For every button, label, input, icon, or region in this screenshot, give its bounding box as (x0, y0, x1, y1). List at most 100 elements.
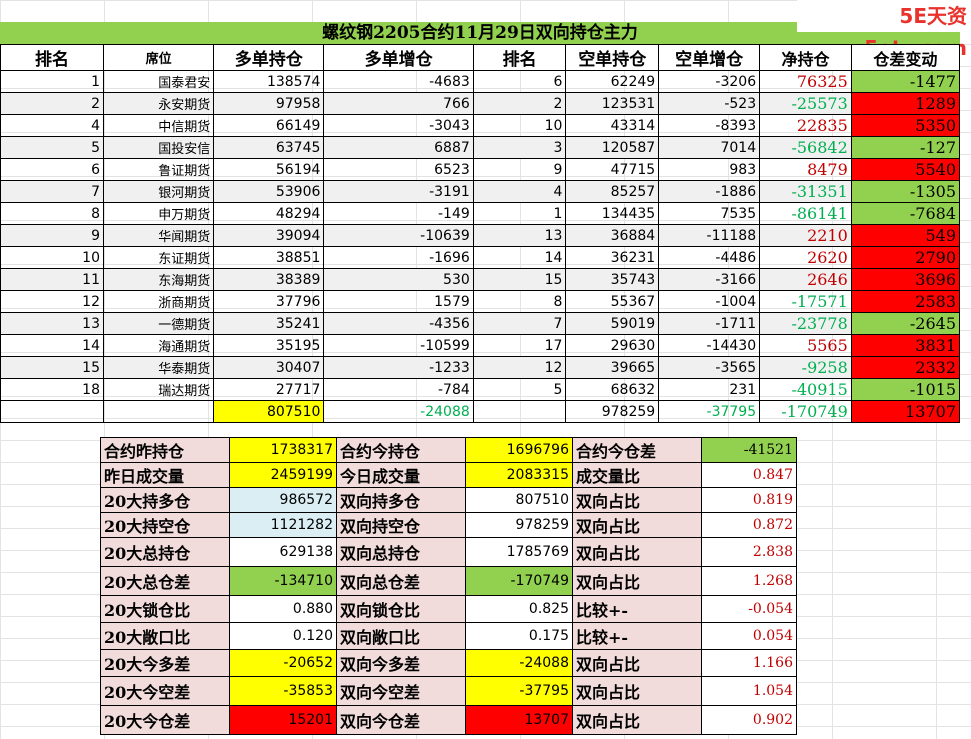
cell-seat[interactable]: 华闻期货 (102, 224, 215, 247)
cell-diff[interactable]: -127 (850, 136, 961, 159)
cell-diff[interactable]: 549 (850, 224, 961, 247)
cell-net[interactable]: 2646 (759, 268, 852, 291)
cell-seat[interactable]: 东海期货 (102, 268, 215, 291)
cell-net[interactable]: -56842 (759, 136, 852, 159)
summary-value-1[interactable]: 986572 (229, 487, 337, 513)
cell-long[interactable]: 35241 (213, 312, 325, 335)
cell-rank[interactable]: 4 (0, 114, 104, 137)
cell-rank[interactable]: 14 (0, 334, 104, 357)
cell-long-chg[interactable]: -784 (323, 378, 474, 401)
cell-seat[interactable]: 海通期货 (102, 334, 215, 357)
cell-rank[interactable]: 7 (0, 180, 104, 203)
cell-long[interactable]: 35195 (213, 334, 325, 357)
cell-long[interactable]: 138574 (213, 70, 325, 93)
cell-long-chg[interactable]: -149 (323, 202, 474, 225)
header-long-change[interactable]: 多单增仓 (323, 44, 474, 71)
summary-label-1[interactable]: 20大今多差 (100, 649, 230, 677)
cell-long[interactable]: 27717 (213, 378, 325, 401)
cell-long-chg[interactable]: -1696 (323, 246, 474, 269)
cell-net[interactable]: -40915 (759, 378, 852, 401)
cell-long-chg[interactable]: -10639 (323, 224, 474, 247)
summary-label-2[interactable]: 双向锁仓比 (336, 595, 466, 623)
summary-value-2[interactable]: -24088 (465, 649, 573, 677)
summary-row[interactable]: 20大总持仓 629138 双向总持仓 1785769 双向占比 2.838 (100, 537, 797, 567)
cell-long[interactable]: 53906 (213, 180, 325, 203)
summary-label-3[interactable]: 双向占比 (572, 487, 702, 513)
header-short-rank[interactable]: 排名 (472, 44, 567, 71)
summary-label-1[interactable]: 20大总持仓 (100, 537, 230, 567)
summary-label-2[interactable]: 双向今多差 (336, 649, 466, 677)
header-net[interactable]: 净持仓 (759, 44, 852, 71)
cell-seat[interactable]: 申万期货 (102, 202, 215, 225)
cell-short[interactable]: 29630 (565, 334, 660, 357)
summary-label-1[interactable]: 昨日成交量 (100, 462, 230, 488)
cell-srank[interactable]: 5 (472, 378, 567, 401)
summary-label-1[interactable]: 20大今仓差 (100, 705, 230, 735)
summary-value-2[interactable]: 978259 (465, 512, 573, 538)
cell-short-chg[interactable]: 231 (658, 378, 761, 401)
cell-short[interactable]: 35743 (565, 268, 660, 291)
cell-rank[interactable]: 18 (0, 378, 104, 401)
cell-srank[interactable]: 17 (472, 334, 567, 357)
summary-row[interactable]: 20大今仓差 15201 双向今仓差 13707 双向占比 0.902 (100, 705, 797, 735)
cell-rank[interactable]: 5 (0, 136, 104, 159)
header-rank[interactable]: 排名 (0, 44, 104, 71)
summary-value-2[interactable]: -37795 (465, 676, 573, 706)
header-long[interactable]: 多单持仓 (213, 44, 325, 71)
cell-short[interactable]: 36884 (565, 224, 660, 247)
cell-short[interactable]: 123531 (565, 92, 660, 115)
cell-long[interactable]: 97958 (213, 92, 325, 115)
cell-rank[interactable]: 11 (0, 268, 104, 291)
summary-label-3[interactable]: 双向占比 (572, 705, 702, 735)
cell-short[interactable]: 120587 (565, 136, 660, 159)
cell-diff[interactable]: 5350 (850, 114, 961, 137)
summary-value-1[interactable]: 2459199 (229, 462, 337, 488)
summary-value-3[interactable]: 1.166 (701, 649, 797, 677)
summary-label-2[interactable]: 双向持空仓 (336, 512, 466, 538)
summary-label-3[interactable]: 比较+- (572, 622, 702, 650)
total-empty-cell[interactable] (0, 400, 104, 423)
cell-short[interactable]: 43314 (565, 114, 660, 137)
cell-net[interactable]: 2210 (759, 224, 852, 247)
cell-net[interactable]: 5565 (759, 334, 852, 357)
cell-seat[interactable]: 国泰君安 (102, 70, 215, 93)
table-row[interactable]: 1 国泰君安 138574 -4683 6 62249 -3206 76325 -1477 (0, 70, 961, 93)
cell-long-chg[interactable]: 766 (323, 92, 474, 115)
cell-short[interactable]: 39665 (565, 356, 660, 379)
summary-value-2[interactable]: -170749 (465, 566, 573, 596)
summary-value-2[interactable]: 13707 (465, 705, 573, 735)
cell-diff[interactable]: -2645 (850, 312, 961, 335)
total-short-chg[interactable]: -37795 (658, 400, 761, 423)
cell-diff[interactable]: 1289 (850, 92, 961, 115)
cell-rank[interactable]: 2 (0, 92, 104, 115)
cell-rank[interactable]: 9 (0, 224, 104, 247)
cell-short-chg[interactable]: 7014 (658, 136, 761, 159)
cell-seat[interactable]: 瑞达期货 (102, 378, 215, 401)
cell-short[interactable]: 47715 (565, 158, 660, 181)
summary-value-2[interactable]: 0.175 (465, 622, 573, 650)
cell-short[interactable]: 85257 (565, 180, 660, 203)
cell-srank[interactable]: 8 (472, 290, 567, 313)
summary-value-3[interactable]: 1.268 (701, 566, 797, 596)
summary-label-3[interactable]: 合约今仓差 (572, 437, 702, 463)
table-row[interactable]: 15 华泰期货 30407 -1233 12 39665 -3565 -9258 2332 (0, 356, 961, 379)
cell-diff[interactable]: -7684 (850, 202, 961, 225)
cell-rank[interactable]: 13 (0, 312, 104, 335)
summary-row[interactable]: 20大总仓差 -134710 双向总仓差 -170749 双向占比 1.268 (100, 566, 797, 596)
summary-label-2[interactable]: 今日成交量 (336, 462, 466, 488)
summary-value-3[interactable]: 1.054 (701, 676, 797, 706)
summary-value-1[interactable]: 1738317 (229, 437, 337, 463)
table-row[interactable]: 2 永安期货 97958 766 2 123531 -523 -25573 1289 (0, 92, 961, 115)
summary-label-1[interactable]: 20大持空仓 (100, 512, 230, 538)
header-seat[interactable]: 席位 (102, 44, 215, 71)
cell-short-chg[interactable]: 7535 (658, 202, 761, 225)
table-row[interactable]: 10 东证期货 38851 -1696 14 36231 -4486 2620 2790 (0, 246, 961, 269)
cell-rank[interactable]: 10 (0, 246, 104, 269)
summary-row[interactable]: 20大锁仓比 0.880 双向锁仓比 0.825 比较+- -0.054 (100, 595, 797, 623)
cell-long-chg[interactable]: 530 (323, 268, 474, 291)
summary-label-1[interactable]: 20大今空差 (100, 676, 230, 706)
cell-long-chg[interactable]: -1233 (323, 356, 474, 379)
summary-value-3[interactable]: 0.872 (701, 512, 797, 538)
summary-value-2[interactable]: 1785769 (465, 537, 573, 567)
cell-rank[interactable]: 8 (0, 202, 104, 225)
